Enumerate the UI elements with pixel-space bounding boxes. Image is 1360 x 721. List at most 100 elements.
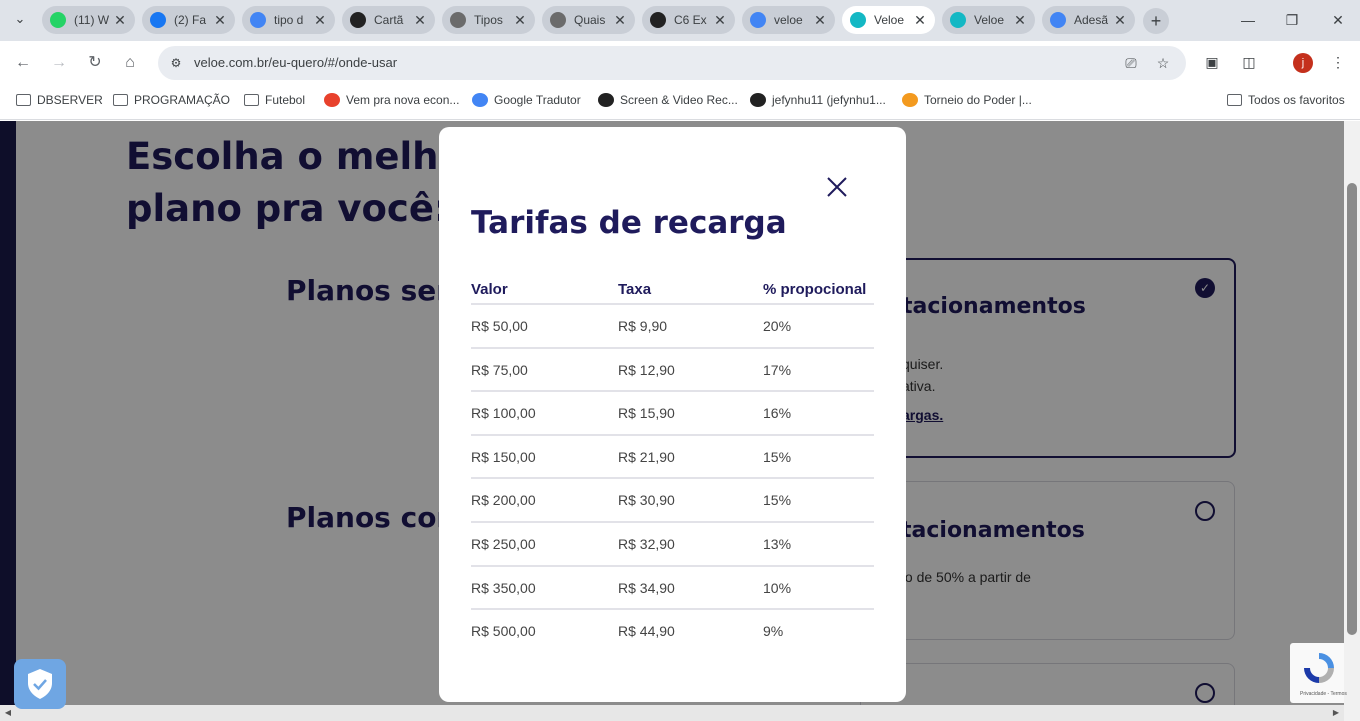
table-cell: R$ 250,00: [471, 535, 536, 552]
all-bookmarks-label: Todos os favoritos: [1248, 93, 1345, 107]
tab-search-chevron-icon[interactable]: ⌄: [10, 11, 30, 29]
bookmark-item[interactable]: Torneio do Poder |...: [902, 93, 1032, 107]
bookmark-item[interactable]: Vem pra nova econ...: [324, 93, 459, 107]
table-cell: R$ 200,00: [471, 492, 536, 509]
forward-icon[interactable]: →: [47, 51, 71, 75]
translate-icon: [472, 93, 488, 107]
tarifas-modal: Tarifas de recarga Valor Taxa % propocio…: [439, 127, 906, 702]
bookmark-label: Torneio do Poder |...: [924, 93, 1032, 107]
minimize-icon[interactable]: —: [1238, 10, 1258, 30]
bookmark-item[interactable]: PROGRAMAÇÃO: [113, 93, 230, 107]
google-icon: [750, 12, 766, 28]
browser-tab[interactable]: Cartã ✕: [342, 6, 435, 34]
tab-close-icon[interactable]: ✕: [413, 12, 427, 29]
table-cell: 10%: [763, 579, 792, 596]
browser-tab[interactable]: veloe ✕: [742, 6, 835, 34]
globe-icon: [550, 12, 566, 28]
browser-tab[interactable]: C6 Ex ✕: [642, 6, 735, 34]
table-row: R$ 75,00 R$ 12,90 17%: [471, 349, 874, 393]
table-cell: R$ 12,90: [618, 361, 675, 378]
bookmark-item[interactable]: Futebol: [244, 93, 305, 107]
browser-tab[interactable]: Quais ✕: [542, 6, 635, 34]
install-app-icon[interactable]: ⎚: [1122, 54, 1140, 72]
browser-tab[interactable]: Veloe ✕: [942, 6, 1035, 34]
table-cell: R$ 44,90: [618, 623, 675, 640]
home-icon[interactable]: ⌂: [118, 51, 142, 75]
menu-kebab-icon[interactable]: ⋮: [1328, 52, 1348, 72]
table-cell: 16%: [763, 405, 792, 422]
github-icon: [750, 93, 766, 107]
record-icon: [598, 93, 614, 107]
tab-close-icon[interactable]: ✕: [613, 12, 627, 29]
site-info-icon[interactable]: ⚙: [168, 55, 184, 71]
tab-close-icon[interactable]: ✕: [913, 12, 927, 29]
table-row: R$ 100,00 R$ 15,90 16%: [471, 392, 874, 436]
address-bar[interactable]: ⚙ veloe.com.br/eu-quero/#/onde-usar ⎚ ☆: [158, 46, 1186, 80]
bookmark-item[interactable]: Google Tradutor: [472, 93, 581, 107]
table-cell: 9%: [763, 623, 784, 640]
bookmark-item[interactable]: jefynhu11 (jefynhu1...: [750, 93, 886, 107]
veloe-icon: [850, 12, 866, 28]
globe-icon: [450, 12, 466, 28]
bookmark-item[interactable]: DBSERVER: [16, 93, 103, 107]
browser-tab[interactable]: Veloe ✕: [842, 6, 935, 34]
tab-close-icon[interactable]: ✕: [813, 12, 827, 29]
scroll-right-icon[interactable]: ▶: [1328, 705, 1344, 721]
bookmark-item[interactable]: Screen & Video Rec...: [598, 93, 738, 107]
tab-close-icon[interactable]: ✕: [513, 12, 527, 29]
table-cell: R$ 350,00: [471, 579, 536, 596]
url-text[interactable]: veloe.com.br/eu-quero/#/onde-usar: [194, 55, 397, 70]
tab-close-icon[interactable]: ✕: [113, 12, 127, 29]
profile-avatar[interactable]: j: [1293, 53, 1313, 73]
bookmark-label: DBSERVER: [37, 93, 103, 107]
back-icon[interactable]: ←: [11, 51, 35, 75]
table-cell: R$ 32,90: [618, 535, 675, 552]
extension-m-icon[interactable]: ▣: [1202, 52, 1222, 72]
scroll-left-icon[interactable]: ◀: [0, 705, 16, 721]
browser-tab[interactable]: tipo d ✕: [242, 6, 335, 34]
table-row: R$ 500,00 R$ 44,90 9%: [471, 610, 874, 654]
tab-title: (11) W: [74, 13, 109, 27]
browser-tab[interactable]: Adesã ✕: [1042, 6, 1135, 34]
privacy-shield-button[interactable]: [14, 659, 66, 709]
table-row: R$ 150,00 R$ 21,90 15%: [471, 436, 874, 480]
scrollbar-thumb[interactable]: [1347, 183, 1357, 635]
table-cell: R$ 9,90: [618, 318, 668, 334]
recaptcha-badge[interactable]: Privacidade - Termos: [1290, 643, 1347, 703]
table-cell: 15%: [763, 448, 792, 465]
recaptcha-terms[interactable]: Privacidade - Termos: [1300, 691, 1347, 697]
browser-tab[interactable]: Tipos ✕: [442, 6, 535, 34]
shield-check-icon: [28, 669, 52, 699]
table-row: R$ 250,00 R$ 32,90 13%: [471, 523, 874, 567]
tab-close-icon[interactable]: ✕: [713, 12, 727, 29]
table-cell: 13%: [763, 535, 792, 552]
table-header: Valor Taxa % propocional: [471, 273, 874, 305]
restore-icon[interactable]: ❐: [1282, 10, 1302, 30]
tab-close-icon[interactable]: ✕: [1013, 12, 1027, 29]
browser-tab[interactable]: (2) Fa ✕: [142, 6, 235, 34]
bookmark-star-icon[interactable]: ☆: [1154, 54, 1172, 72]
tab-title: Veloe: [974, 13, 1005, 27]
tab-close-icon[interactable]: ✕: [313, 12, 327, 29]
close-icon[interactable]: [825, 175, 849, 199]
close-window-icon[interactable]: ✕: [1328, 10, 1348, 30]
table-cell: R$ 500,00: [471, 623, 536, 640]
table-cell: R$ 150,00: [471, 448, 536, 465]
all-bookmarks[interactable]: Todos os favoritos: [1227, 93, 1345, 107]
tab-title: tipo d: [274, 13, 304, 27]
column-header-taxa: Taxa: [618, 281, 652, 298]
tab-strip: ⌄ (11) W ✕ (2) Fa ✕ tipo d ✕ Cartã ✕ Tipos ✕ Quais…: [0, 0, 1360, 41]
bookmark-label: PROGRAMAÇÃO: [134, 93, 231, 107]
browser-tab[interactable]: (11) W ✕: [42, 6, 135, 34]
reload-icon[interactable]: ↻: [83, 51, 107, 75]
tab-close-icon[interactable]: ✕: [213, 12, 227, 29]
folder-icon: [244, 94, 259, 106]
tab-close-icon[interactable]: ✕: [1113, 12, 1127, 29]
bookmarks-bar: DBSERVER PROGRAMAÇÃO Futebol Vem pra nova e…: [0, 85, 1360, 120]
horizontal-scrollbar[interactable]: ◀ ▶: [0, 705, 1344, 721]
new-tab-button[interactable]: +: [1143, 8, 1169, 34]
extensions-puzzle-icon[interactable]: ◫: [1239, 52, 1259, 72]
bookmark-label: Google Tradutor: [494, 93, 581, 107]
table-cell: R$ 15,90: [618, 405, 675, 422]
dragonball-icon: [902, 93, 918, 107]
